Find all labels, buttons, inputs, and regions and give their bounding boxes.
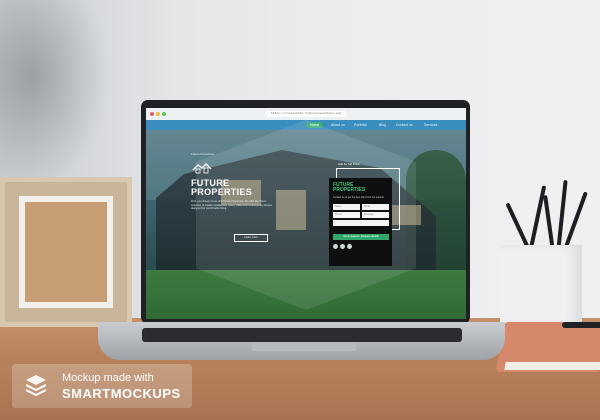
name-field[interactable]: Name (333, 204, 360, 210)
laptop-screen: https://realestate-futureproperties.com … (146, 108, 466, 319)
layers-icon (25, 375, 47, 397)
email-field[interactable]: Email (362, 204, 389, 210)
plant-shadow (0, 0, 110, 190)
nav-services[interactable]: Services (424, 122, 437, 128)
submit-request-button[interactable]: Send request / Request details (333, 234, 389, 240)
hero-title-line2: PROPERTIES (191, 187, 253, 197)
form-title-line2: PROPERTIES (333, 187, 366, 193)
pencil-cup (500, 245, 582, 327)
smartmockups-watermark: Mockup made with SMARTMOCKUPS (12, 364, 192, 408)
facebook-icon[interactable] (333, 244, 338, 249)
hero-title: FUTURE PROPERTIES (191, 179, 252, 197)
notebook-pages (504, 362, 600, 370)
laptop-keyboard (142, 328, 462, 342)
house-logo-icon (192, 163, 212, 174)
extra-field[interactable] (333, 220, 389, 226)
message-field[interactable]: Message (362, 212, 389, 218)
nav-about[interactable]: About us (331, 122, 345, 128)
watermark-line1: Mockup made with (62, 372, 154, 384)
address-bar[interactable]: https://realestate-futureproperties.com (266, 111, 346, 117)
form-subtitle: Contact us to get the best offer from ou… (333, 196, 385, 199)
hero-learn-more-button[interactable]: Learn more (234, 234, 268, 242)
close-dot-icon[interactable] (150, 112, 154, 116)
frame-mat (19, 196, 113, 308)
instagram-icon[interactable] (347, 244, 352, 249)
phone-field[interactable]: Phone (333, 212, 360, 218)
minimize-dot-icon[interactable] (156, 112, 160, 116)
twitter-icon[interactable] (340, 244, 345, 249)
form-title: FUTURE PROPERTIES (333, 183, 365, 193)
laptop-trackpad (252, 343, 356, 351)
nav-contact[interactable]: Contact us (396, 122, 413, 128)
nav-portfolio[interactable]: Portfolio (354, 122, 367, 128)
hero-eyebrow: Future Properties (191, 152, 215, 156)
hero-description: Find your dream home with Future Propert… (191, 200, 272, 211)
picture-frame (0, 177, 132, 327)
watermark-line2: SMARTMOCKUPS (62, 386, 181, 401)
mockup-scene: https://realestate-futureproperties.com … (0, 0, 600, 420)
pen (562, 322, 600, 328)
maximize-dot-icon[interactable] (162, 112, 166, 116)
frame-artwork (25, 202, 107, 302)
browser-toolbar: https://realestate-futureproperties.com (146, 108, 466, 120)
form-top-label: Ask for full Price (338, 162, 360, 166)
hero-section: Future Properties FUTURE PROPERTIES Find… (146, 120, 466, 319)
nav-blog[interactable]: Blog (379, 122, 386, 128)
